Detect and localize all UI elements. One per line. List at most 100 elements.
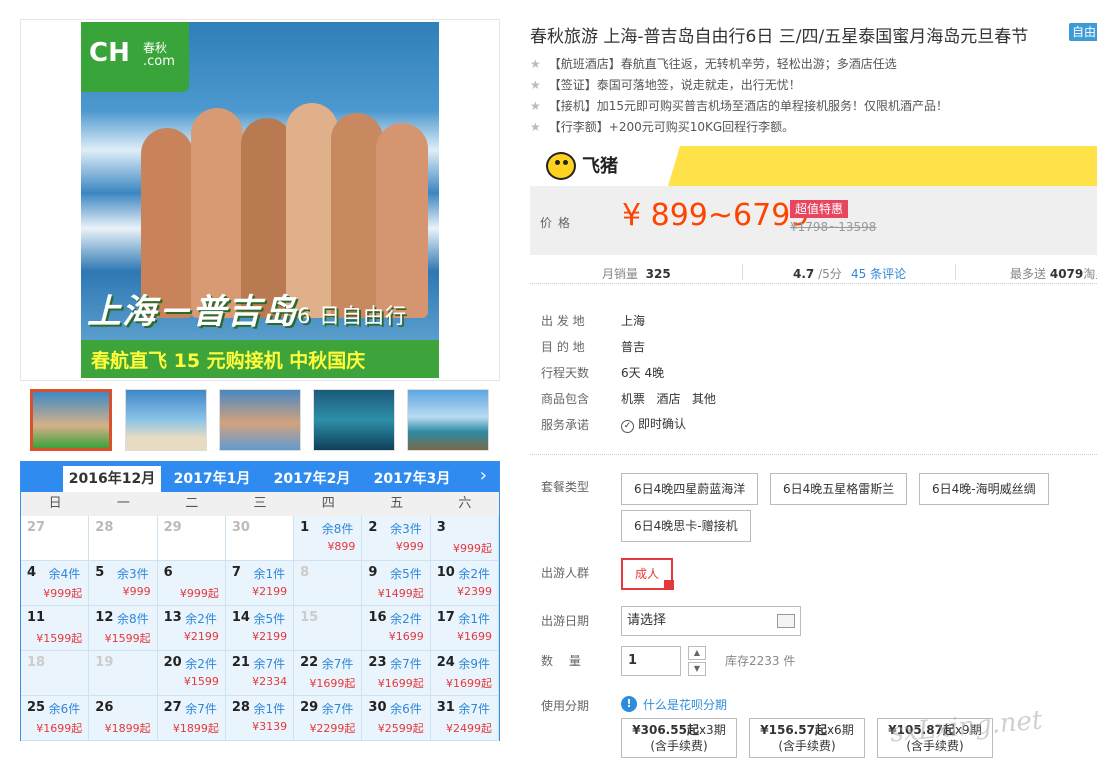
stock-left: 余1件	[458, 612, 490, 626]
thumbnail-3[interactable]	[219, 389, 301, 451]
calendar-day[interactable]: 26 ¥1899起	[89, 696, 158, 741]
calendar-day[interactable]: 30 余6件 ¥2599起	[362, 696, 431, 741]
calendar-day[interactable]: 3 ¥999起	[430, 516, 499, 561]
calendar-day[interactable]: 14 余5件 ¥2199	[225, 606, 295, 651]
decrement-icon[interactable]: ▼	[688, 662, 706, 676]
quantity-input[interactable]: 1	[621, 646, 681, 676]
day-number: 13	[163, 610, 182, 625]
calendar-day[interactable]: 7 余1件 ¥2199	[225, 561, 295, 606]
package-option[interactable]: 6日4晚-海明威丝绸	[919, 473, 1049, 505]
calendar-day[interactable]: 28 余1件 ¥3139	[225, 696, 295, 741]
thumbnail-1[interactable]	[30, 389, 112, 451]
month-tab[interactable]: 2017年3月	[363, 466, 461, 492]
calendar-day[interactable]: 22 余7件 ¥1699起	[294, 651, 363, 696]
calendar-day[interactable]: 29 余7件 ¥2299起	[294, 696, 363, 741]
day-number: 28	[231, 700, 250, 715]
logo-com: .com	[143, 54, 175, 69]
star-icon: ★	[530, 78, 541, 92]
thumbnail-5[interactable]	[407, 389, 489, 451]
weekday-label: 一	[116, 496, 130, 511]
day-price: ¥899	[327, 540, 356, 553]
day-number: 29	[163, 520, 182, 535]
day-price: ¥1899起	[172, 722, 219, 735]
calendar-day[interactable]: 11 ¥1599起	[21, 606, 90, 651]
day-price: ¥3139	[252, 720, 288, 733]
package-option[interactable]: 6日4晚五星格雷斯兰	[770, 473, 908, 505]
thumbnail-4[interactable]	[313, 389, 395, 451]
feature-item: ★ 【签证】泰国可落地签，说走就走，出行无忧！	[530, 78, 801, 92]
calendar-day[interactable]: 13 余2件 ¥2199	[157, 606, 226, 651]
weekday-label: 二	[185, 496, 199, 511]
day-number: 8	[300, 565, 310, 580]
day-number: 29	[300, 700, 319, 715]
increment-icon[interactable]: ▲	[688, 646, 706, 660]
calendar-day[interactable]: 10 余2件 ¥2399	[430, 561, 499, 606]
day-number: 25	[27, 700, 46, 715]
calendar-day: 30	[225, 516, 295, 561]
info-icon: !	[621, 696, 637, 712]
calendar-day[interactable]: 31 余7件 ¥2499起	[430, 696, 499, 741]
day-price: ¥2399	[457, 585, 492, 598]
day-price: ¥1699起	[36, 722, 83, 735]
calendar-day[interactable]: 1 余8件 ¥899	[294, 516, 363, 561]
day-price: ¥999	[122, 585, 151, 598]
stock-left: 余7件	[321, 657, 354, 671]
calendar-icon[interactable]	[777, 614, 795, 628]
check-circle-icon: ✓	[621, 420, 634, 433]
date-input[interactable]: 请选择	[621, 606, 801, 636]
weekday-header: 日一二三四五六	[21, 492, 499, 516]
calendar-day[interactable]: 16 余2件 ¥1699	[362, 606, 431, 651]
day-number: 5	[95, 565, 105, 580]
calendar-day[interactable]: 25 余6件 ¥1699起	[21, 696, 90, 741]
calendar-day[interactable]: 4 余4件 ¥999起	[21, 561, 90, 606]
qty-label: 数 量	[541, 654, 587, 668]
month-tab[interactable]: 2017年1月	[163, 466, 261, 492]
day-price: ¥1699	[388, 630, 424, 643]
info-value: 上海	[621, 314, 646, 328]
calendar-day[interactable]: 9 余5件 ¥1499起	[362, 561, 431, 606]
day-number: 27	[27, 520, 46, 535]
calendar-day[interactable]: 20 余2件 ¥1599	[157, 651, 226, 696]
package-option[interactable]: 6日4晚四星蔚蓝海洋	[621, 473, 759, 505]
banner-title: 上海－普吉岛6 日自由行	[87, 292, 408, 332]
rating: 4.7 /5分	[793, 267, 842, 281]
star-icon: ★	[530, 99, 541, 113]
calendar-day[interactable]: 2 余3件 ¥999	[362, 516, 431, 561]
info-label: 行程天数	[541, 366, 590, 380]
info-label: 目 的 地	[541, 340, 585, 354]
day-number: 30	[368, 700, 387, 715]
calendar-day[interactable]: 21 余7件 ¥2334	[225, 651, 295, 696]
calendar-day[interactable]: 23 余7件 ¥1699起	[362, 651, 431, 696]
package-option[interactable]: 6日4晚思卡-赠接机	[621, 510, 751, 542]
stock-left: 余2件	[185, 657, 217, 671]
stock-left: 余7件	[185, 702, 217, 716]
calendar-day[interactable]: 24 余9件 ¥1699起	[430, 651, 499, 696]
calendar-day[interactable]: 5 余3件 ¥999	[89, 561, 158, 606]
reviews-link[interactable]: 45 条评论	[851, 265, 906, 282]
month-tab[interactable]: 2017年2月	[263, 466, 361, 492]
calendar-day: 29	[157, 516, 226, 561]
info-label: 服务承诺	[541, 418, 590, 432]
day-number: 14	[231, 610, 250, 625]
day-price: ¥1599起	[36, 632, 83, 645]
price-label: 价格	[540, 216, 577, 230]
calendar-day[interactable]: 12 余8件 ¥1599起	[89, 606, 158, 651]
calendar-day[interactable]: 6 ¥999起	[157, 561, 226, 606]
month-tab[interactable]: 2016年12月	[63, 466, 161, 492]
installment-option[interactable]: ¥306.55起x3期 (含手续费)	[621, 718, 737, 758]
calendar-day[interactable]: 27 余7件 ¥1899起	[157, 696, 226, 741]
info-label: 商品包含	[541, 392, 590, 406]
banner-subtitle: 春航直飞 15 元购接机 中秋国庆	[81, 340, 439, 378]
stock-left: 余5件	[390, 567, 422, 581]
next-month-icon[interactable]: ›	[480, 465, 487, 486]
day-price: ¥2299起	[309, 722, 356, 735]
thumbnail-2[interactable]	[125, 389, 207, 451]
day-number: 9	[368, 565, 378, 580]
installment-help-link[interactable]: 什么是花呗分期	[643, 696, 727, 713]
installment-option[interactable]: ¥156.57起x6期 (含手续费)	[749, 718, 865, 758]
day-number: 27	[163, 700, 182, 715]
info-value: 6天 4晚	[621, 366, 665, 380]
calendar-day: 27	[21, 516, 90, 561]
service-promise: ✓ 即时确认	[621, 415, 686, 433]
calendar-day[interactable]: 17 余1件 ¥1699	[430, 606, 499, 651]
